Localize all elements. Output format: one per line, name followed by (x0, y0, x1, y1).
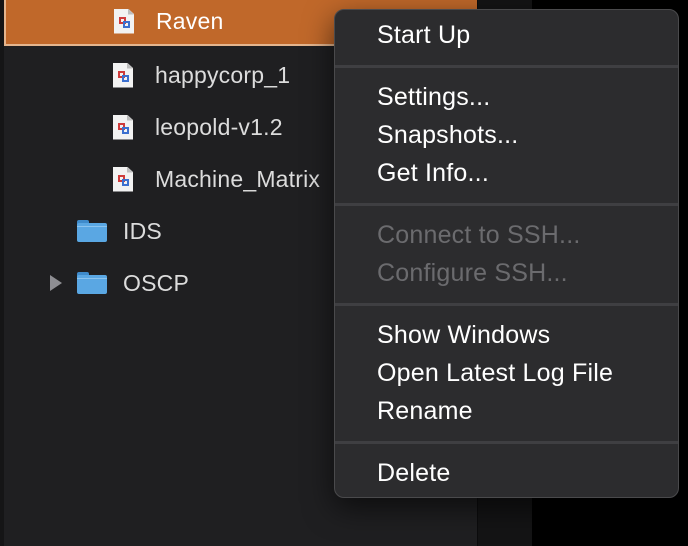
menu-separator (335, 203, 678, 206)
folder-icon (77, 220, 107, 242)
vm-item-label: Raven (156, 7, 224, 34)
folder-item-label: OSCP (123, 269, 189, 296)
menu-item-show-windows[interactable]: Show Windows (377, 321, 550, 350)
vm-item-label: happycorp_1 (155, 61, 291, 88)
vm-document-icon (113, 166, 133, 192)
menu-separator (335, 303, 678, 306)
vm-item-label: leopold-v1.2 (155, 113, 283, 140)
disclosure-triangle-icon[interactable] (50, 275, 62, 291)
vm-item-label: Machine_Matrix (155, 165, 321, 192)
context-menu: Start Up Settings... Snapshots... Get In… (334, 9, 679, 498)
menu-item-snapshots[interactable]: Snapshots... (377, 121, 518, 150)
vm-document-icon (114, 8, 134, 34)
menu-item-open-latest-log[interactable]: Open Latest Log File (377, 359, 613, 388)
menu-separator (335, 441, 678, 444)
menu-item-start-up[interactable]: Start Up (377, 21, 470, 50)
menu-item-delete[interactable]: Delete (377, 459, 450, 488)
vm-document-icon (113, 62, 133, 88)
vm-document-icon (113, 114, 133, 140)
folder-icon (77, 272, 107, 294)
folder-item-label: IDS (123, 217, 162, 244)
menu-item-connect-ssh: Connect to SSH... (377, 221, 581, 249)
menu-item-rename[interactable]: Rename (377, 397, 473, 426)
menu-separator (335, 65, 678, 68)
menu-item-configure-ssh: Configure SSH... (377, 259, 568, 287)
menu-item-get-info[interactable]: Get Info... (377, 159, 489, 188)
menu-item-settings[interactable]: Settings... (377, 83, 490, 112)
